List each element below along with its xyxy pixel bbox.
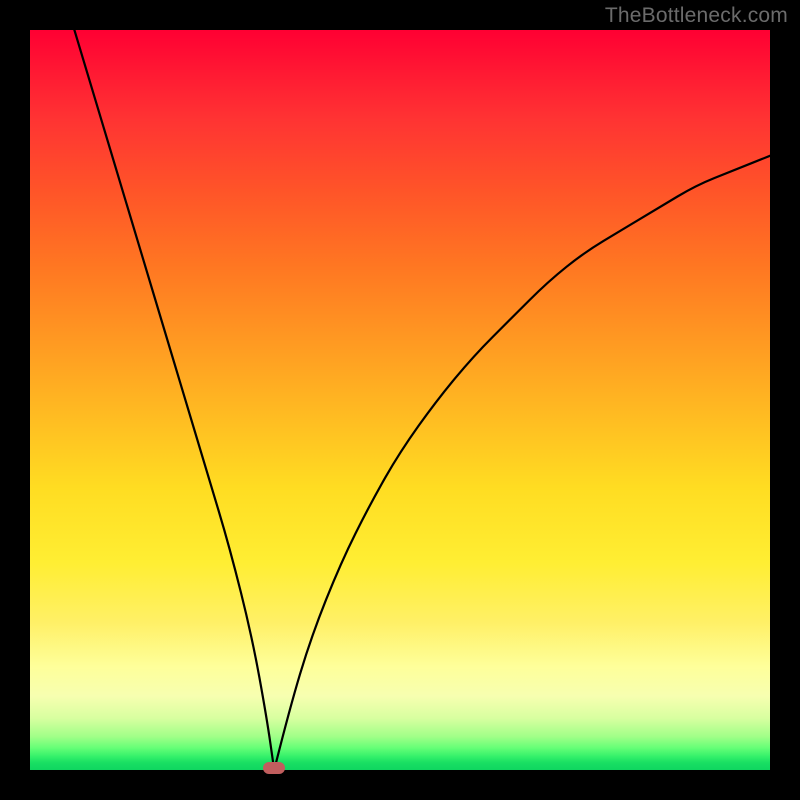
optimal-point-marker: [263, 762, 285, 774]
chart-area: [30, 30, 770, 770]
watermark-text: TheBottleneck.com: [605, 4, 788, 28]
bottleneck-curve: [30, 30, 770, 770]
